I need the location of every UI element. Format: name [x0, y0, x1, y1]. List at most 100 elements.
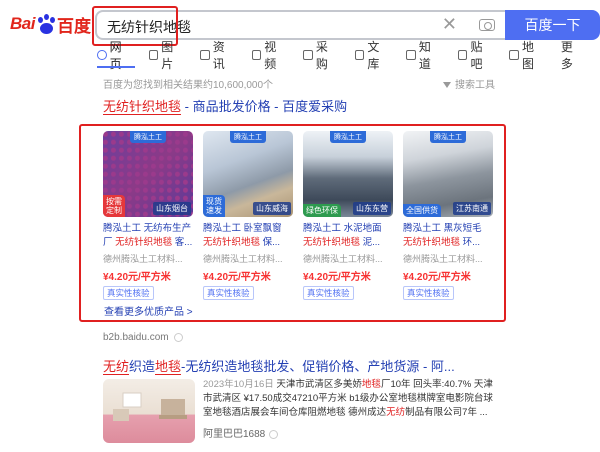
snippet-text: 天津市武清区多美娇: [273, 379, 362, 390]
name-highlight: 无纺针织地毯: [203, 237, 261, 248]
name-text: 腾泓土工 水泥地面: [303, 223, 382, 234]
news-icon: [200, 50, 210, 60]
image-icon: [148, 50, 159, 60]
seller-name: 德州腾泓土工材料...: [403, 254, 483, 264]
product-name[interactable]: 腾泓土工 黑灰短毛 无纺针织地毯 环...: [403, 222, 493, 250]
result-count: 百度为您找到相关结果约10,600,000个: [103, 80, 274, 91]
snippet-highlight: 无纺: [386, 407, 406, 418]
tab-label: 视频: [264, 40, 277, 71]
title-mid: 织造: [129, 359, 156, 374]
snippet-text: 制品有限公司7年 ...: [405, 407, 488, 418]
info-icon[interactable]: [173, 332, 183, 342]
brand-label: 腾泓土工: [430, 131, 466, 143]
verify-badge[interactable]: 真实性核验: [103, 286, 154, 300]
tab-images[interactable]: 图片: [148, 40, 185, 71]
product-image[interactable]: 腾泓土工 现货 速发 山东威海: [203, 131, 293, 217]
tab-library[interactable]: 文库: [354, 40, 391, 71]
tab-more[interactable]: 更多: [561, 40, 584, 71]
location-label: 山东烟台: [153, 202, 191, 215]
product-card[interactable]: 腾泓土工 按需 定制 山东烟台 腾泓土工 无纺布生产厂 无纺针织地毯 客... …: [103, 131, 193, 301]
product-card[interactable]: 腾泓土工 绿色环保 山东东营 腾泓土工 水泥地面 无纺针织地毯 泥... 德州腾…: [303, 131, 393, 301]
result-source[interactable]: 阿里巴巴1688: [203, 425, 279, 440]
snippet-highlight: 地毯: [361, 379, 381, 390]
tab-label: 贴吧: [470, 40, 483, 71]
product-name[interactable]: 腾泓土工 水泥地面 无纺针织地毯 泥...: [303, 222, 393, 250]
active-tab-underline: [97, 66, 135, 68]
brand-label: 腾泓土工: [230, 131, 266, 143]
library-icon: [354, 50, 365, 60]
name-text: 腾泓土工 卧室飘窗: [203, 223, 282, 234]
product-card[interactable]: 腾泓土工 全国供货 江苏南通 腾泓土工 黑灰短毛 无纺针织地毯 环... 德州腾…: [403, 131, 493, 301]
tab-label: 更多: [560, 40, 573, 71]
name-tail: 环...: [460, 237, 481, 248]
product-image[interactable]: 腾泓土工 按需 定制 山东烟台: [103, 131, 193, 217]
search-tabs: 网页 图片 资讯 视频 采购 文库 知道 贴吧 地图 更多: [97, 40, 600, 71]
result-snippet: 2023年10月16日 天津市武清区多美娇地毯厂10年 回头率:40.7% 天津…: [203, 378, 493, 420]
tab-map[interactable]: 地图: [509, 40, 545, 71]
verify-badge[interactable]: 真实性核验: [203, 286, 254, 300]
search-button[interactable]: 百度一下: [505, 10, 600, 40]
tieba-icon: [457, 50, 468, 60]
tab-purchase[interactable]: 采购: [303, 40, 339, 71]
location-label: 山东东营: [353, 202, 391, 215]
product-image[interactable]: 腾泓土工 全国供货 江苏南通: [403, 131, 493, 217]
snippet-date: 2023年10月16日: [203, 379, 274, 390]
seller-name: 德州腾泓土工材料...: [203, 254, 283, 264]
tab-zhidao[interactable]: 知道: [406, 40, 442, 71]
product-name[interactable]: 腾泓土工 卧室飘窗 无纺针织地毯 保...: [203, 222, 293, 250]
price: ¥4.20元/平方米: [303, 272, 371, 283]
video-icon: [251, 50, 262, 60]
clear-icon[interactable]: ✕: [442, 14, 457, 35]
title-highlight: 无纺针织地毯: [103, 99, 182, 115]
name-tail: 客...: [172, 237, 193, 248]
tab-news[interactable]: 资讯: [200, 40, 236, 71]
tab-web[interactable]: 网页: [97, 40, 133, 71]
title-highlight: 地毯: [155, 359, 182, 375]
name-tail: 保...: [260, 237, 281, 248]
search-tools-button[interactable]: 搜索工具: [443, 76, 495, 91]
verify-badge[interactable]: 真实性核验: [403, 286, 454, 300]
filter-icon: [443, 82, 451, 89]
price: ¥4.20元/平方米: [203, 272, 271, 283]
product-tag: 按需 定制: [103, 195, 125, 217]
product-image[interactable]: 腾泓土工 绿色环保 山东东营: [303, 131, 393, 217]
name-highlight: 无纺针织地毯: [303, 237, 361, 248]
product-tag: 全国供货: [403, 204, 441, 217]
name-text: 腾泓土工 黑灰短毛: [403, 223, 482, 234]
price: ¥4.20元/平方米: [403, 272, 471, 283]
map-icon: [509, 50, 520, 60]
room-illustration: [113, 392, 187, 421]
name-tail: 泥...: [360, 237, 381, 248]
info-icon[interactable]: [269, 429, 279, 439]
brand-label: 腾泓土工: [130, 131, 166, 143]
verify-badge[interactable]: 真实性核验: [303, 286, 354, 300]
tab-label: 地图: [522, 40, 535, 71]
tab-label: 采购: [315, 40, 328, 71]
camera-icon[interactable]: [479, 19, 495, 31]
baidu-logo[interactable]: Bai 百度: [10, 12, 91, 36]
location-label: 山东威海: [253, 202, 291, 215]
title-rest: - 商品批发价格 - 百度爱采购: [181, 99, 348, 114]
tab-video[interactable]: 视频: [251, 40, 288, 71]
tab-label: 资讯: [212, 40, 225, 71]
result-title-link[interactable]: 无纺针织地毯 - 商品批发价格 - 百度爱采购: [103, 96, 347, 115]
name-highlight: 无纺针织地毯: [115, 237, 173, 248]
more-products-link[interactable]: 查看更多优质产品 >: [104, 303, 193, 318]
title-highlight: 无纺: [103, 359, 130, 375]
web-icon: [97, 50, 107, 60]
price: ¥4.20元/平方米: [103, 272, 171, 283]
result-thumbnail[interactable]: [103, 379, 195, 443]
tab-tieba[interactable]: 贴吧: [457, 40, 494, 71]
result-url[interactable]: b2b.baidu.com: [103, 332, 183, 343]
logo-text-baidu: 百度: [56, 16, 91, 36]
paw-icon: [36, 13, 56, 35]
seller-name: 德州腾泓土工材料...: [303, 254, 383, 264]
title-rest: -无纺织造地毯批发、促销价格、产地货源 - 阿...: [181, 359, 455, 374]
logo-text-bai: Bai: [10, 14, 35, 33]
seller-name: 德州腾泓土工材料...: [103, 254, 183, 264]
tab-label: 知道: [418, 40, 431, 71]
result-title-link[interactable]: 无纺织造地毯-无纺织造地毯批发、促销价格、产地货源 - 阿...: [103, 356, 455, 375]
product-card[interactable]: 腾泓土工 现货 速发 山东威海 腾泓土工 卧室飘窗 无纺针织地毯 保... 德州…: [203, 131, 293, 301]
brand-label: 腾泓土工: [330, 131, 366, 143]
product-name[interactable]: 腾泓土工 无纺布生产厂 无纺针织地毯 客...: [103, 222, 193, 250]
